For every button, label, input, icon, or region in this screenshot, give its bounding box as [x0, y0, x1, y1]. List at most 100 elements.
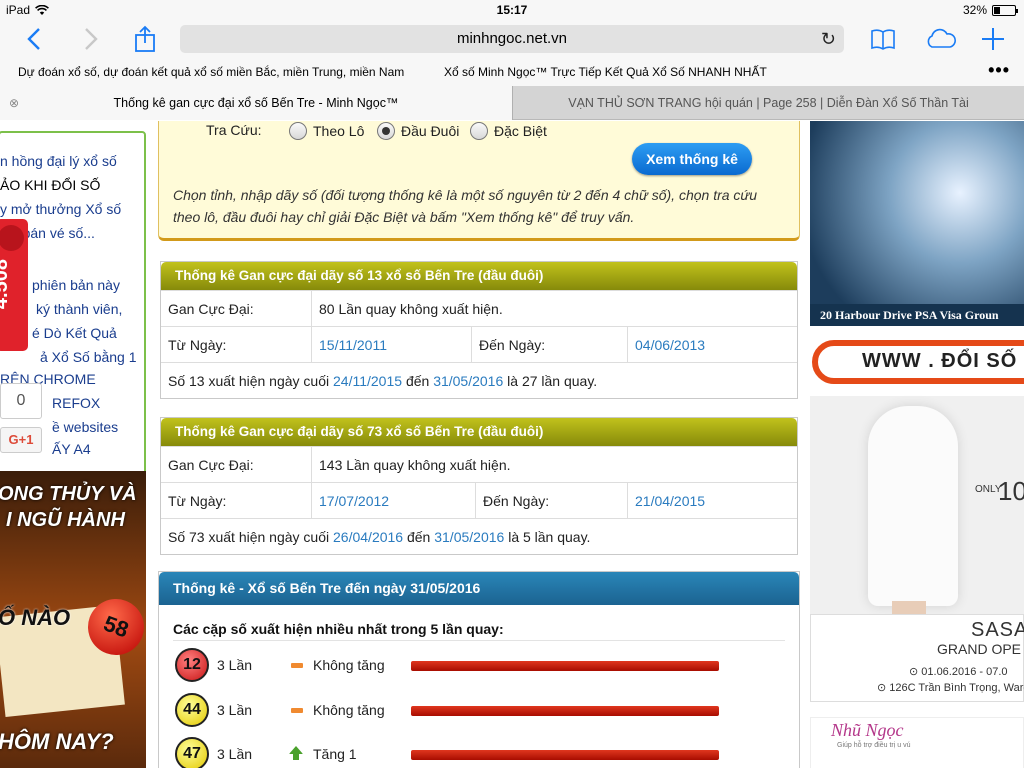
- note-date: 24/11/2015: [333, 373, 403, 389]
- gplus-button[interactable]: G+1: [0, 427, 42, 453]
- icloud-tabs-icon[interactable]: [924, 24, 956, 54]
- close-tab-icon[interactable]: ⊗: [9, 86, 19, 120]
- facebook-icon: [0, 225, 24, 251]
- gan-label: Gan Cực Đại:: [168, 301, 254, 317]
- to-date: 04/06/2013: [627, 327, 705, 363]
- table-row: Số 13 xuất hiện ngày cuối 24/11/2015 đến…: [161, 362, 797, 398]
- sidebar-link[interactable]: é Dò Kết Quả: [32, 325, 117, 341]
- radio-label: Đầu Đuôi: [401, 123, 460, 139]
- more-icon[interactable]: •••: [988, 60, 1010, 81]
- web-page: n hồng đại lý xổ số ẢO KHI ĐỔI SỐ y mở t…: [0, 121, 1024, 768]
- favorites-bar: Dự đoán xổ số, dự đoán kết quả xổ số miề…: [0, 60, 1024, 86]
- sidebar-link[interactable]: ề websites: [52, 419, 118, 435]
- share-count: 4.508: [0, 259, 12, 310]
- gan-label: Gan Cực Đại:: [168, 457, 254, 473]
- count-text: 3 Lần: [217, 746, 253, 762]
- address-bar[interactable]: minhngoc.net.vn ↻: [180, 25, 844, 53]
- number-ball: 12: [175, 648, 209, 682]
- table-row: Từ Ngày: 17/07/2012 Đến Ngày: 21/04/2015: [161, 482, 797, 519]
- trend-text: Không tăng: [313, 657, 385, 673]
- radio-button[interactable]: [377, 122, 395, 140]
- ad-text: Ố NÀO: [0, 605, 71, 630]
- store-info: SASA GRAND OPE ⊙ 01.06.2016 - 07.0 ⊙ 126…: [810, 614, 1024, 702]
- forward-icon[interactable]: [75, 24, 105, 54]
- sidebar-link[interactable]: ẢO KHI ĐỔI SỐ: [0, 177, 100, 193]
- tab-label: Thống kê gan cực đại xổ số Bến Tre - Min…: [113, 96, 399, 110]
- from-date: 15/11/2011: [311, 327, 471, 363]
- count-text: 3 Lần: [217, 657, 253, 673]
- date-range: ⊙ 01.06.2016 - 07.0: [909, 666, 1008, 678]
- summary-subtitle: Các cặp số xuất hiện nhiều nhất trong 5 …: [173, 621, 504, 637]
- lookup-label: Tra Cứu:: [206, 122, 262, 138]
- table-row: Gan Cực Đại: 143 Lần quay không xuất hiệ…: [161, 446, 797, 483]
- gplus-count: 0: [0, 383, 42, 419]
- note-text: là 27 lần quay.: [507, 373, 598, 389]
- jewelry-ad[interactable]: 20 Harbour Drive PSA Visa Groun: [810, 121, 1024, 326]
- from-label: Từ Ngày:: [168, 337, 227, 353]
- browser-toolbar: minhngoc.net.vn ↻: [0, 20, 1024, 60]
- radio-dac-biet[interactable]: Đặc Biệt: [470, 122, 547, 140]
- bookmark-item[interactable]: Dự đoán xổ số, dự đoán kết quả xổ số miề…: [18, 65, 404, 79]
- last-appearance-note: Số 73 xuất hiện ngày cuối 26/04/2016 đến…: [161, 519, 590, 555]
- grand-opening: GRAND OPE: [937, 641, 1022, 657]
- frequency-bar: [411, 706, 719, 716]
- sidebar-link[interactable]: REFOX: [52, 395, 100, 411]
- sidebar-link[interactable]: n hồng đại lý xổ số: [0, 153, 117, 169]
- sidebar-link[interactable]: ẤY A4: [52, 441, 91, 457]
- right-ad-column: 20 Harbour Drive PSA Visa Groun WWW . ĐỔ…: [810, 121, 1024, 768]
- tab-active[interactable]: ⊗ Thống kê gan cực đại xổ số Bến Tre - M…: [0, 86, 512, 120]
- gan-value: 80 Lần quay không xuất hiện.: [311, 291, 503, 327]
- note-text: Số 73 xuất hiện ngày cuối: [168, 529, 330, 545]
- ad-caption: 20 Harbour Drive PSA Visa Groun: [810, 304, 1024, 326]
- view-stats-button[interactable]: Xem thống kê: [632, 143, 752, 175]
- number-ball: 47: [175, 737, 209, 768]
- radio-button[interactable]: [470, 122, 488, 140]
- tab-inactive[interactable]: VẠN THỦ SƠN TRANG hội quán | Page 258 | …: [512, 86, 1024, 120]
- share-icon[interactable]: [130, 24, 160, 54]
- summary-panel: Thống kê - Xổ số Bến Tre đến ngày 31/05/…: [158, 571, 800, 768]
- tab-bar: ⊗ Thống kê gan cực đại xổ số Bến Tre - M…: [0, 86, 1024, 120]
- from-date: 17/07/2012: [311, 483, 475, 519]
- table-title: Thống kê Gan cực đại dãy số 73 xổ số Bến…: [161, 418, 797, 446]
- ad-text: ONG THỦY VÀ: [0, 483, 137, 505]
- divider: [173, 640, 785, 641]
- bookmarks-icon[interactable]: [868, 24, 898, 54]
- gan-table-73: Thống kê Gan cực đại dãy số 73 xổ số Bến…: [160, 417, 798, 555]
- status-bar: iPad 15:17 32%: [0, 0, 1024, 20]
- radio-dau-duoi[interactable]: Đầu Đuôi: [377, 122, 459, 140]
- nhu-ngoc-ad[interactable]: Nhũ Ngọc Giúp hỗ trợ điều trị u vú: [810, 717, 1024, 768]
- clock: 15:17: [496, 3, 528, 17]
- facebook-share-button[interactable]: 4.508: [0, 219, 28, 351]
- to-label: Đến Ngày:: [475, 483, 627, 519]
- note-text: Số 13 xuất hiện ngày cuối: [168, 373, 330, 389]
- count-text: 3 Lần: [217, 702, 253, 718]
- doiso-banner[interactable]: WWW . ĐỔI SỐ TR: [810, 338, 1024, 386]
- ad-text: HÔM NAY?: [0, 729, 114, 754]
- radio-label: Theo Lô: [313, 123, 365, 139]
- sidebar-link[interactable]: y mở thưởng Xổ số: [0, 201, 121, 217]
- sidebar-link[interactable]: ký thành viên,: [36, 301, 122, 317]
- table-row: Từ Ngày: 15/11/2011 Đến Ngày: 04/06/2013: [161, 326, 797, 363]
- note-text: là 5 lần quay.: [508, 529, 591, 545]
- bookmark-item[interactable]: Xổ số Minh Ngọc™ Trực Tiếp Kết Quả Xổ Số…: [444, 65, 767, 79]
- frequency-bar: [411, 661, 719, 671]
- brand-name: SASA: [971, 619, 1024, 641]
- radio-theo-lo[interactable]: Theo Lô: [289, 122, 364, 140]
- sidebar-link[interactable]: ả Xổ Số bằng 1: [40, 349, 137, 365]
- fashion-ad[interactable]: ONLY 10 SASA GRAND OPE ⊙ 01.06.2016 - 07…: [810, 396, 1024, 702]
- url-text: minhngoc.net.vn: [456, 30, 568, 47]
- banner-text: WWW . ĐỔI SỐ TR: [862, 350, 1024, 372]
- from-label: Từ Ngày:: [168, 493, 227, 509]
- table-row: Số 73 xuất hiện ngày cuối 26/04/2016 đến…: [161, 518, 797, 554]
- left-advertisement[interactable]: ONG THỦY VÀ I NGŨ HÀNH 58 Ố NÀO HÔM NAY?: [0, 471, 146, 768]
- sidebar-link[interactable]: phiên bản này: [32, 277, 120, 293]
- radio-button[interactable]: [289, 122, 307, 140]
- no-change-icon: [291, 708, 303, 713]
- new-tab-icon[interactable]: [978, 24, 1008, 54]
- summary-title: Thống kê - Xổ số Bến Tre đến ngày 31/05/…: [159, 572, 799, 605]
- reload-icon[interactable]: ↻: [821, 25, 836, 53]
- back-icon[interactable]: [20, 24, 50, 54]
- battery-percent: 32%: [962, 3, 987, 17]
- lookup-panel: Tra Cứu: Theo Lô Đầu Đuôi Đặc Biệt Xem t…: [158, 121, 800, 241]
- to-label: Đến Ngày:: [471, 327, 627, 363]
